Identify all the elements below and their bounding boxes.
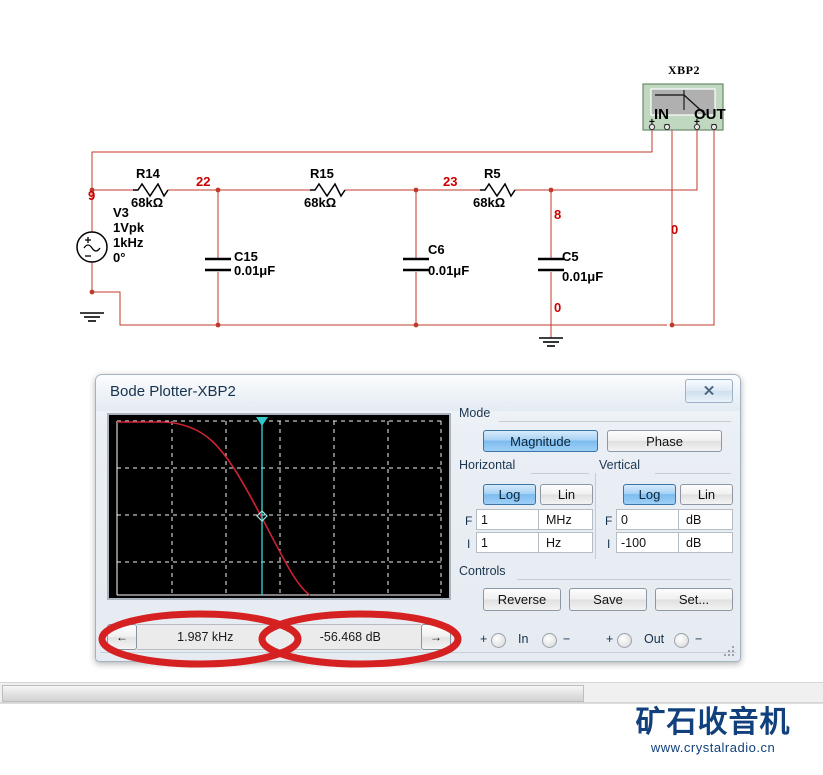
value-label-R14: 68kΩ [131, 195, 164, 210]
dialog-title: Bode Plotter-XBP2 [110, 383, 236, 400]
save-button[interactable]: Save [569, 588, 647, 611]
xbp2-in-plus-label: + [649, 117, 655, 128]
scrollbar-thumb[interactable] [2, 685, 584, 702]
watermark: 矿石收音机 www.crystalradio.cn [625, 706, 801, 768]
frequency-readout: 1.987 kHz [137, 624, 274, 650]
dialog-titlebar[interactable]: Bode Plotter-XBP2 ✕ [96, 375, 740, 411]
vertical-i-label: I [607, 537, 611, 551]
panel-vertical-divider [595, 473, 596, 559]
horizontal-i-label: I [467, 537, 471, 551]
in-plus-radio[interactable] [491, 633, 506, 649]
xbp2-in-minus-label: _ [664, 115, 670, 126]
node-label-9: 9 [88, 188, 96, 203]
controls-group: Controls Reverse Save Set... [459, 564, 733, 613]
bode-graph[interactable] [107, 413, 451, 600]
in-label: In [518, 632, 529, 646]
node-label-0-c5: 0 [554, 300, 562, 315]
source-phase-label: 0° [113, 250, 126, 265]
cursor-readout-row: ← 1.987 kHz -56.468 dB → [107, 624, 452, 650]
controls-group-divider [517, 579, 731, 580]
set-button[interactable]: Set... [655, 588, 733, 611]
ac-source-symbol [76, 231, 108, 263]
source-amplitude-label: 1Vpk [113, 220, 145, 235]
value-label-R15: 68kΩ [304, 195, 337, 210]
mode-phase-button[interactable]: Phase [607, 430, 722, 452]
out-minus-label: − [695, 632, 703, 646]
schematic-svg [76, 83, 724, 574]
vertical-i-unit[interactable]: dB [679, 532, 733, 553]
reverse-button[interactable]: Reverse [483, 588, 561, 611]
horizontal-f-value[interactable]: 1 [476, 509, 539, 530]
bode-plotter-dialog: Bode Plotter-XBP2 ✕ ← 1.987 kHz -56.468 … [95, 374, 741, 662]
ref-label-R5: R5 [484, 166, 501, 181]
vertical-group-divider [655, 473, 731, 474]
mode-group: Mode Magnitude Phase [459, 406, 731, 453]
ref-label-C15: C15 [234, 249, 258, 264]
controls-group-label: Controls [459, 564, 506, 578]
horizontal-f-unit[interactable]: MHz [539, 509, 593, 530]
mode-group-divider [499, 421, 731, 422]
horizontal-scrollbar[interactable] [0, 682, 823, 703]
horizontal-f-label: F [465, 514, 473, 528]
horizontal-log-button[interactable]: Log [483, 484, 536, 505]
horizontal-lin-button[interactable]: Lin [540, 484, 593, 505]
watermark-url: www.crystalradio.cn [650, 740, 776, 755]
vertical-log-button[interactable]: Log [623, 484, 676, 505]
out-plus-radio[interactable] [617, 633, 632, 649]
value-label-C15: 0.01μF [234, 263, 276, 278]
in-plus-label: + [480, 632, 488, 646]
vertical-lin-button[interactable]: Lin [680, 484, 733, 505]
out-minus-radio[interactable] [674, 633, 689, 649]
ref-label-R15: R15 [310, 166, 334, 181]
ground-symbols [80, 312, 563, 347]
value-label-C5: 0.01μF [562, 269, 604, 284]
vertical-group-label: Vertical [599, 458, 640, 472]
node-label-8: 8 [554, 207, 562, 222]
ref-label-C6: C6 [428, 242, 445, 257]
ref-label-R14: R14 [136, 166, 160, 181]
vertical-group: Vertical Log Lin F 0 dB I -100 dB [599, 458, 733, 557]
magnitude-readout: -56.468 dB [279, 624, 422, 650]
terminal-selector-row: + In − + Out − [458, 630, 718, 654]
horizontal-group: Horizontal Log Lin F 1 MHz I 1 Hz [459, 458, 593, 557]
in-minus-radio[interactable] [542, 633, 557, 649]
out-label: Out [644, 632, 665, 646]
vertical-f-value[interactable]: 0 [616, 509, 679, 530]
wire-junctions [89, 187, 675, 328]
node-label-0-ref: 0 [671, 222, 679, 237]
mode-group-label: Mode [459, 406, 491, 420]
xbp2-name-label: XBP2 [668, 63, 700, 77]
horizontal-i-unit[interactable]: Hz [539, 532, 593, 553]
in-minus-label: − [563, 632, 571, 646]
source-frequency-label: 1kHz [113, 235, 144, 250]
screenshot-root: XBP2 IN OUT + _ + _ 9 22 23 8 0 0 R14 68… [0, 0, 823, 775]
value-label-R5: 68kΩ [473, 195, 506, 210]
node-label-23: 23 [443, 174, 458, 189]
value-label-C6: 0.01μF [428, 263, 470, 278]
node-label-22: 22 [196, 174, 211, 189]
vertical-f-label: F [605, 514, 613, 528]
source-ref-label: V3 [113, 205, 129, 220]
vertical-i-value[interactable]: -100 [616, 532, 679, 553]
vertical-f-unit[interactable]: dB [679, 509, 733, 530]
circuit-schematic: XBP2 IN OUT + _ + _ 9 22 23 8 0 0 R14 68… [0, 0, 823, 574]
cursor-next-button[interactable]: → [421, 624, 452, 650]
horizontal-group-divider [531, 473, 589, 474]
watermark-logo-text: 矿石收音机 [635, 706, 791, 739]
cursor-prev-button[interactable]: ← [107, 624, 137, 650]
xbp2-out-minus-label: _ [711, 115, 717, 126]
bode-graph-canvas [109, 415, 449, 598]
resize-grip-icon[interactable] [724, 646, 736, 658]
close-icon[interactable]: ✕ [685, 379, 733, 403]
mode-magnitude-button[interactable]: Magnitude [483, 430, 598, 452]
out-plus-label: + [606, 632, 614, 646]
ref-label-C5: C5 [562, 249, 579, 264]
close-glyph: ✕ [702, 383, 716, 400]
horizontal-i-value[interactable]: 1 [476, 532, 539, 553]
horizontal-group-label: Horizontal [459, 458, 516, 472]
xbp2-out-plus-label: + [694, 117, 700, 128]
